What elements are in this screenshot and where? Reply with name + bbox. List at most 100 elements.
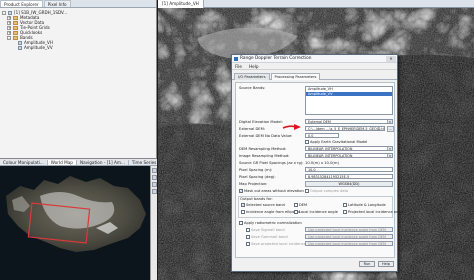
map-tab-bar: Colour Manipulati... World Map Navigatio… [0, 158, 161, 166]
map-projection-button[interactable]: WGS84(DD) [305, 181, 393, 187]
no-data-label: External DEM No Data Value: [239, 134, 293, 138]
no-data-field[interactable]: 0.0 [305, 133, 339, 138]
tab-time-series[interactable]: Time Series [129, 159, 161, 165]
dem-select[interactable]: External DEM ▾ [305, 119, 393, 124]
dialog-title: Range Doppler Terrain Correction [240, 56, 312, 61]
close-icon[interactable]: ✕ [386, 56, 396, 62]
checkbox-icon [343, 203, 347, 207]
expand-icon[interactable]: + [7, 20, 11, 25]
mask-no-elevation-checkbox[interactable]: ✓ Mask out areas without elevation [239, 189, 304, 193]
help-button[interactable]: Help [378, 261, 394, 267]
expand-icon[interactable]: + [7, 25, 11, 30]
selected-source-band-checkbox[interactable]: ✓ Selected source band [241, 203, 285, 207]
source-bands-list[interactable]: Amplitude_VH Amplitude_VV [305, 86, 393, 115]
checkbox-icon: ✓ [239, 189, 243, 194]
image-resampling-label: Image Resampling Method: [239, 154, 290, 158]
dialog-tabs: I/O Parameters Processing Parameters [232, 73, 397, 80]
processing-parameters-panel: Source Bands: Amplitude_VH Amplitude_VV … [235, 82, 404, 258]
checkbox-label: Apply Earth Gravitational Model [310, 140, 368, 144]
checkbox-icon [294, 210, 298, 214]
dem-value: External DEM [308, 120, 331, 124]
tab-navigation[interactable]: Navigation - [1] Am... [77, 159, 129, 165]
expand-icon[interactable]: + [7, 15, 11, 20]
tree-row-band-vv[interactable]: Amplitude_VV [2, 45, 152, 50]
source-gr-value: 10.0(m) x 10.0(m) [305, 161, 339, 165]
checkbox-icon [246, 235, 250, 239]
image-resampling-value: BILINEAR_INTERPOLATION [308, 154, 353, 158]
pixel-spacing-deg-label: Pixel Spacing (deg): [239, 175, 276, 179]
tab-io-parameters[interactable]: I/O Parameters [234, 73, 270, 80]
checkbox-label: Mask out areas without elevation [244, 189, 304, 193]
chevron-down-icon: ▾ [387, 120, 392, 123]
folder-icon [13, 30, 18, 35]
tab-amplitude-vh[interactable]: [1] Amplitude_VH [158, 0, 204, 8]
tab-processing-parameters[interactable]: Processing Parameters [270, 73, 321, 80]
browse-button[interactable]: ... [387, 125, 394, 132]
zoom-all-icon[interactable] [152, 182, 157, 187]
checkbox-label: Save Gamma0 band [251, 235, 288, 239]
checkbox-icon: ✓ [241, 203, 245, 208]
tab-colour-manipulation[interactable]: Colour Manipulati... [0, 159, 48, 165]
checkbox-label: Selected source band [246, 203, 285, 207]
dialog-titlebar[interactable]: Range Doppler Terrain Correction ✕ [232, 55, 397, 63]
image-resampling-select[interactable]: BILINEAR_INTERPOLATION ▾ [305, 153, 393, 158]
local-incidence-checkbox[interactable]: Local incidence angle [294, 210, 338, 214]
zoom-out-icon[interactable] [152, 175, 157, 180]
pan-icon[interactable] [152, 189, 157, 194]
output-complex-checkbox[interactable]: Output complex data [305, 189, 348, 193]
apply-egm-checkbox[interactable]: Apply Earth Gravitational Model [305, 140, 367, 144]
checkbox-icon [241, 210, 245, 214]
dialog-menubar: File Help [232, 63, 397, 70]
dem-resampling-select[interactable]: BILINEAR_INTERPOLATION ▾ [305, 146, 393, 151]
left-tab-bar: Product Explorer Pixel Info [0, 0, 156, 8]
external-dem-path-field[interactable]: C:\...\dem_...\s_5_E_EPHHEE\DEM-5_GEOID.… [305, 126, 385, 131]
checkbox-icon [305, 140, 309, 144]
zoom-in-icon[interactable] [152, 168, 157, 173]
tab-pixel-info[interactable]: Pixel Info [43, 0, 71, 7]
dem-resampling-value: BILINEAR_INTERPOLATION [308, 147, 353, 151]
expand-icon[interactable]: + [7, 30, 11, 35]
checkbox-icon [343, 210, 347, 214]
incidence-ellipsoid-checkbox[interactable]: Incidence angle from ellipsoid [241, 210, 300, 214]
menu-file[interactable]: File [235, 63, 242, 69]
apply-radiometric-checkbox[interactable]: Apply radiometric normalization [239, 221, 302, 225]
projected-local-incidence-checkbox[interactable]: Projected local incidence angle [343, 210, 404, 214]
checkbox-label: Projected local incidence angle [348, 210, 404, 214]
map-toolbar [150, 166, 157, 280]
menu-help[interactable]: Help [249, 63, 259, 69]
pixel-spacing-m-label: Pixel Spacing (m): [239, 168, 273, 172]
iceland-map [0, 166, 150, 280]
run-button[interactable]: Run [359, 261, 375, 267]
dem-label: Digital Elevation Model: [239, 120, 283, 124]
collapse-icon[interactable]: - [7, 35, 11, 40]
checkbox-label: Output complex data [310, 189, 349, 193]
latlon-checkbox[interactable]: Latitude & Longitude [343, 203, 386, 207]
checkbox-icon [246, 242, 250, 246]
band-icon [18, 40, 22, 45]
tab-product-explorer[interactable]: Product Explorer [0, 0, 43, 7]
tree-label: Amplitude_VV [24, 45, 53, 50]
output-bands-group: Output bands for: ✓ Selected source band … [238, 196, 404, 218]
chevron-down-icon: ▾ [387, 154, 392, 157]
folder-icon [13, 25, 18, 30]
source-bands-label: Source Bands: [239, 86, 266, 90]
chevron-down-icon: ▾ [387, 147, 392, 150]
checkbox-icon [246, 228, 250, 232]
world-map-view[interactable] [0, 166, 157, 280]
band-icon [18, 45, 22, 50]
collapse-icon[interactable]: - [2, 10, 6, 15]
map-projection-label: Map Projection: [239, 182, 268, 186]
checkbox-label: DEM [299, 203, 308, 207]
list-item[interactable]: Amplitude_VV [306, 91, 392, 96]
dem-checkbox[interactable]: DEM [294, 203, 307, 207]
pixel-spacing-deg-field[interactable]: 8.983152841195215E-5 [305, 174, 393, 179]
pixel-spacing-m-field[interactable]: 10.0 [305, 167, 393, 172]
beta0-choice-field: Use projected local incidence angle from… [305, 241, 393, 246]
gamma0-choice-field: Use projected local incidence angle from… [305, 234, 393, 239]
checkbox-icon [305, 189, 309, 193]
output-bands-label: Output bands for: [240, 197, 273, 201]
tab-world-map[interactable]: World Map [47, 159, 77, 165]
source-gr-label: Source GR Pixel Spacings (az x rg): [239, 161, 304, 165]
dem-resampling-label: DEM Resampling Method: [239, 147, 287, 151]
save-sigma0-checkbox: Save Sigma0 band [246, 228, 285, 232]
